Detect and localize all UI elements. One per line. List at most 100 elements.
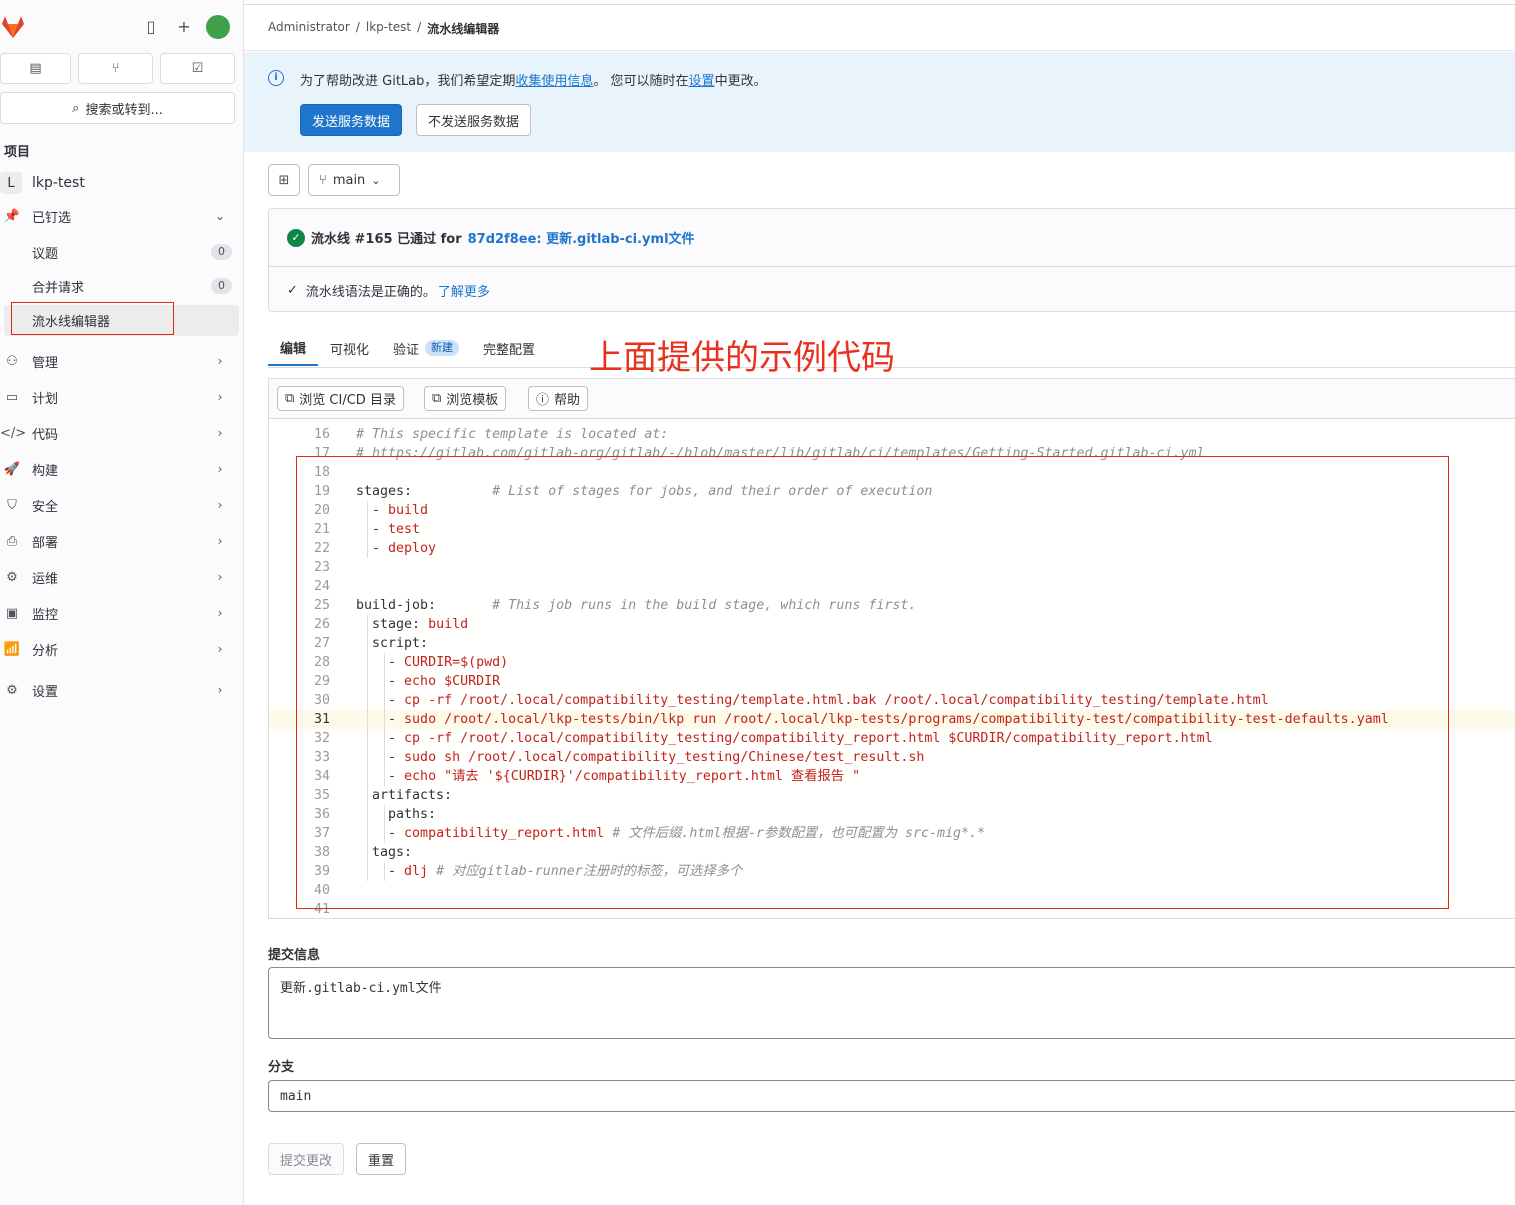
settings-link[interactable]: 设置 — [689, 74, 715, 89]
code-line[interactable]: 28 - CURDIR=$(pwd) — [269, 653, 1515, 672]
code-value: compatibility_report.html — [404, 826, 613, 841]
branch-input[interactable]: main — [268, 1080, 1515, 1112]
project-avatar: L — [0, 172, 22, 194]
code-line[interactable]: 26 stage: build — [269, 615, 1515, 634]
banner-text-part: 。 您可以随时在 — [593, 74, 689, 89]
issues-count-button[interactable]: ▤ — [0, 53, 71, 84]
code-key: paths: — [356, 807, 437, 822]
code-key: - — [356, 674, 405, 689]
sidebar-item-5[interactable]: ⎙ 部署 › — [0, 526, 240, 556]
search-button[interactable]: ⌕ 搜索或转到... — [0, 92, 235, 124]
check-icon: ✓ — [287, 283, 298, 298]
code-line[interactable]: 31 - sudo /root/.local/lkp-tests/bin/lkp… — [269, 710, 1515, 729]
code-line[interactable]: 21 - test — [269, 520, 1515, 539]
code-line[interactable]: 34 - echo "请去 '${CURDIR}'/compatibility_… — [269, 767, 1515, 786]
code-line[interactable]: 38 tags: — [269, 843, 1515, 862]
tab-visualize[interactable]: 可视化 — [318, 330, 381, 366]
code-value: cp -rf /root/.local/compatibility_testin… — [404, 731, 1213, 746]
code-line[interactable]: 25 build-job: # This job runs in the buil… — [269, 596, 1515, 615]
tab-validate[interactable]: 验证 新建 — [381, 330, 471, 366]
browse-templates-button[interactable]: ⧉ 浏览模板 — [424, 386, 507, 411]
send-service-data-button[interactable]: 发送服务数据 — [300, 104, 403, 136]
chevron-right-icon: › — [217, 390, 223, 404]
branch-selector[interactable]: ⑂ main ⌄ — [308, 164, 400, 196]
code-line[interactable]: 23 — [269, 558, 1515, 577]
breadcrumb-current[interactable]: 流水线编辑器 — [427, 20, 499, 37]
code-line[interactable]: 16 # This specific template is located at… — [269, 425, 1515, 444]
user-avatar[interactable] — [206, 15, 230, 39]
line-number: 28 — [313, 655, 330, 670]
code-line[interactable]: 27 script: — [269, 634, 1515, 653]
code-line[interactable]: 30 - cp -rf /root/.local/compatibility_t… — [269, 691, 1515, 710]
collect-usage-link[interactable]: 收集使用信息 — [515, 74, 593, 89]
code-line[interactable]: 20 - build — [269, 501, 1515, 520]
dont-send-service-data-button[interactable]: 不发送服务数据 — [416, 104, 532, 136]
code-value: build — [388, 503, 429, 518]
code-area[interactable]: 16 # This specific template is located at… — [269, 419, 1515, 918]
code-line[interactable]: 22 - deploy — [269, 539, 1515, 558]
help-button[interactable]: ⓘ 帮助 — [528, 386, 589, 411]
sidebar-item-label: 监控 — [32, 607, 59, 623]
code-line[interactable]: 33 - sudo sh /root/.local/compatibility_… — [269, 748, 1515, 767]
reset-button[interactable]: 重置 — [356, 1143, 407, 1175]
sidebar-item-7[interactable]: ▣ 监控 › — [0, 598, 240, 628]
code-line[interactable]: 17 # https://gitlab.com/gitlab-org/gitlab… — [269, 444, 1515, 463]
sidebar-item-2[interactable]: </> 代码 › — [0, 418, 240, 448]
tab-label: 编辑 — [280, 341, 307, 357]
commit-message-textarea[interactable]: 更新.gitlab-ci.yml文件 — [268, 967, 1515, 1039]
sidebar-item-0[interactable]: ⚇ 管理 › — [0, 346, 240, 376]
todo-icon: ☑ — [191, 61, 204, 76]
code-line[interactable]: 39 - dlj # 对应gitlab-runner注册时的标签，可选择多个 — [269, 862, 1515, 881]
sidebar-item-6[interactable]: ⚙ 运维 › — [0, 562, 240, 592]
breadcrumb-item[interactable]: lkp-test — [366, 20, 411, 37]
status-success-icon[interactable]: ✓ — [287, 228, 305, 247]
sidebar-item-4[interactable]: ⛉ 安全 › — [0, 490, 240, 520]
file-tree-toggle-button[interactable]: ⊞ — [268, 164, 300, 196]
sidebar-item-issues[interactable]: 议题 0 — [32, 237, 232, 267]
breadcrumb-item[interactable]: Administrator — [268, 20, 350, 37]
banner-text-part: 中更改。 — [714, 74, 767, 89]
tab-edit[interactable]: 编辑 — [268, 330, 319, 366]
learn-more-link[interactable]: 了解更多 — [438, 281, 490, 300]
sidebar-item-merge-requests[interactable]: 合并请求 0 — [32, 271, 232, 301]
code-line[interactable]: 35 artifacts: — [269, 786, 1515, 805]
gitlab-logo-icon[interactable] — [0, 14, 26, 40]
code-line[interactable]: 36 paths: — [269, 805, 1515, 824]
line-number: 20 — [313, 503, 330, 518]
code-key: artifacts: — [356, 788, 453, 803]
code-value: test — [388, 522, 421, 537]
code-key: - — [356, 769, 405, 784]
code-editor[interactable]: ⧉ 浏览 CI/CD 目录 ⧉ 浏览模板 ⓘ 帮助 16 # This speci… — [268, 378, 1515, 919]
sidebar-item-1[interactable]: ▭ 计划 › — [0, 382, 240, 412]
browse-cicd-catalog-button[interactable]: ⧉ 浏览 CI/CD 目录 — [277, 386, 404, 411]
sidebar-item-9[interactable]: ⚙ 设置 › — [0, 675, 240, 705]
code-line[interactable]: 37 - compatibility_report.html # 文件后缀.ht… — [269, 824, 1515, 843]
code-line[interactable]: 18 — [269, 463, 1515, 482]
code-line[interactable]: 29 - echo $CURDIR — [269, 672, 1515, 691]
code-line[interactable]: 32 - cp -rf /root/.local/compatibility_t… — [269, 729, 1515, 748]
merge-requests-count-button[interactable]: ⑂ — [78, 53, 153, 84]
sidebar-item-8[interactable]: 📶 分析 › — [0, 634, 240, 664]
plus-icon[interactable]: + — [175, 18, 193, 36]
code-key: - — [356, 712, 405, 727]
commit-changes-button[interactable]: 提交更改 — [268, 1143, 345, 1175]
code-line[interactable]: 24 — [269, 577, 1515, 596]
commit-link[interactable]: 87d2f8ee: 更新.gitlab-ci.yml文件 — [468, 228, 695, 247]
code-line[interactable]: 19 stages: # List of stages for jobs, and… — [269, 482, 1515, 501]
sidebar-item-3[interactable]: 🚀 构建 › — [0, 454, 240, 484]
code-line[interactable]: 40 — [269, 881, 1515, 900]
tab-full-config[interactable]: 完整配置 — [471, 330, 547, 366]
project-link[interactable]: L lkp-test — [0, 170, 235, 196]
pinned-section-toggle[interactable]: 📌 已钉选 ⌄ — [0, 201, 240, 231]
editor-toolbar: ⧉ 浏览 CI/CD 目录 ⧉ 浏览模板 ⓘ 帮助 — [269, 379, 1515, 419]
code-line[interactable]: 41 — [269, 900, 1515, 918]
sidebar-toggle-icon[interactable]: ▯ — [142, 18, 160, 36]
todos-count-button[interactable]: ☑ — [160, 53, 235, 84]
line-number: 19 — [313, 484, 330, 499]
code-value: sudo sh /root/.local/compatibility_testi… — [404, 750, 925, 765]
breadcrumb-separator: / — [355, 20, 360, 34]
line-number: 34 — [313, 769, 330, 784]
line-content: - echo $CURDIR — [356, 672, 500, 691]
code-value: deploy — [388, 541, 437, 556]
line-number: 35 — [313, 788, 330, 803]
